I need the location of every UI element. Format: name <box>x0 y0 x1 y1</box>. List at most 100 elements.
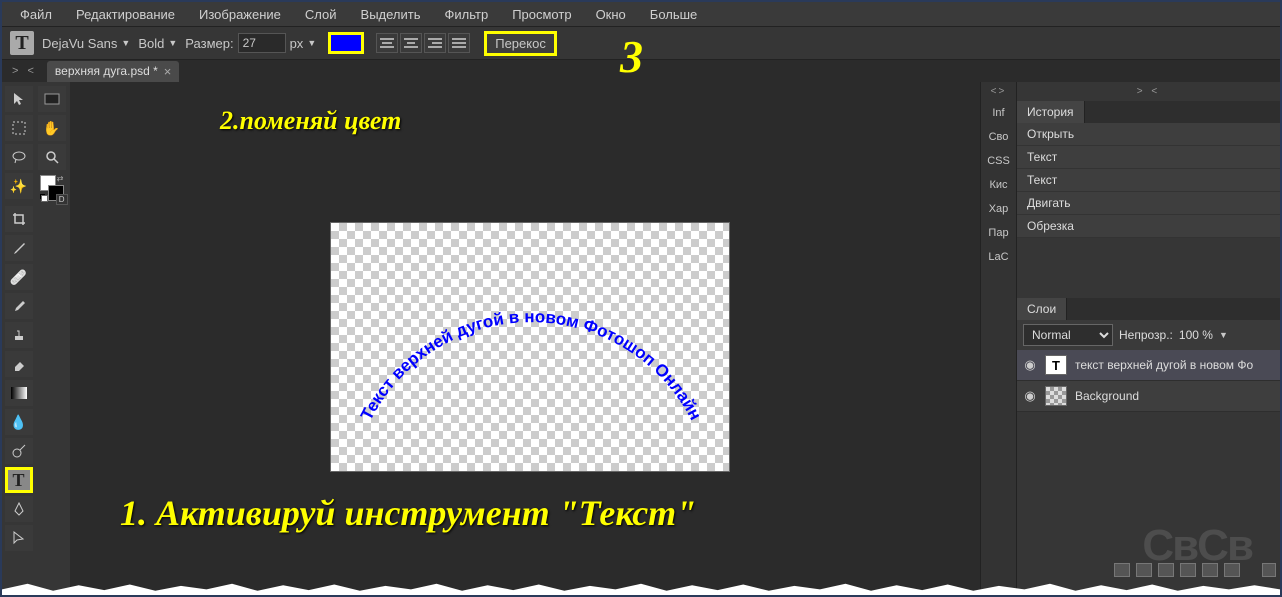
chevron-down-icon[interactable]: ▼ <box>1219 330 1228 340</box>
layer-row[interactable]: ◉ T текст верхней дугой в новом Фо <box>1017 350 1280 381</box>
chevron-down-icon[interactable]: ▼ <box>307 38 316 48</box>
history-item[interactable]: Двигать <box>1017 192 1280 215</box>
menubar: Файл Редактирование Изображение Слой Выд… <box>2 2 1280 26</box>
align-center-button[interactable] <box>400 33 422 53</box>
marquee-tool[interactable] <box>5 115 33 141</box>
layer-thumb-background-icon <box>1045 386 1067 406</box>
eyedropper-tool[interactable] <box>5 235 33 261</box>
panel-arrows[interactable]: <> <box>981 82 1016 101</box>
panels-main: > < История Открыть Текст Текст Двигать … <box>1017 82 1280 595</box>
hand-tool[interactable]: ✋ <box>38 115 66 141</box>
visibility-toggle-icon[interactable]: ◉ <box>1023 358 1037 372</box>
mini-tab-info[interactable]: Inf <box>981 101 1016 125</box>
crop-tool[interactable] <box>5 206 33 232</box>
menu-edit[interactable]: Редактирование <box>66 4 185 25</box>
arc-text[interactable]: Текст верхней дугой в новом Фотошоп Онла… <box>357 307 705 423</box>
resize-handle-icon[interactable] <box>1262 563 1276 577</box>
move-tool[interactable] <box>5 86 33 112</box>
dodge-tool[interactable] <box>5 438 33 464</box>
layer-row[interactable]: ◉ Background <box>1017 381 1280 412</box>
chevron-down-icon: ▼ <box>121 38 130 48</box>
panel-collapse-arrows[interactable]: > < <box>12 65 37 77</box>
clone-stamp-tool[interactable] <box>5 322 33 348</box>
pen-tool[interactable] <box>5 496 33 522</box>
font-size-input[interactable] <box>238 33 286 53</box>
text-color-swatch[interactable] <box>328 32 364 54</box>
font-size-label: Размер: <box>185 36 233 51</box>
brush-tool[interactable] <box>5 293 33 319</box>
tools-panel: ✋ ✨ ⇄ D 🩹 💧 <box>2 82 70 595</box>
zoom-tool[interactable] <box>38 144 66 170</box>
chevron-down-icon: ▼ <box>168 38 177 48</box>
warp-text-button[interactable]: Перекос <box>484 31 557 56</box>
d-badge: D <box>56 194 68 205</box>
statusbar-icon[interactable] <box>1158 563 1174 577</box>
document-tab[interactable]: верхняя дуга.psd * × <box>47 61 179 82</box>
statusbar-icon[interactable] <box>1136 563 1152 577</box>
opacity-value[interactable]: 100 % <box>1179 328 1213 342</box>
default-colors-icon[interactable] <box>40 194 48 202</box>
magic-wand-tool[interactable]: ✨ <box>5 173 33 199</box>
history-item[interactable]: Текст <box>1017 169 1280 192</box>
font-size-unit: px <box>290 36 304 51</box>
color-swatches[interactable]: ⇄ D <box>38 173 66 203</box>
options-toolbar: T DejaVu Sans ▼ Bold ▼ Размер: px ▼ Пере… <box>2 26 1280 60</box>
gradient-tool[interactable] <box>5 380 33 406</box>
type-tool[interactable]: T <box>5 467 33 493</box>
opacity-label: Непрозр.: <box>1119 328 1173 342</box>
menu-select[interactable]: Выделить <box>351 4 431 25</box>
tab-layers[interactable]: Слои <box>1017 298 1067 320</box>
arc-text-svg: Текст верхней дугой в новом Фотошоп Онла… <box>331 223 731 473</box>
lasso-tool[interactable] <box>5 144 33 170</box>
healing-brush-tool[interactable]: 🩹 <box>5 264 33 290</box>
history-item[interactable]: Обрезка <box>1017 215 1280 238</box>
document-canvas[interactable]: Текст верхней дугой в новом Фотошоп Онла… <box>330 222 730 472</box>
statusbar-icon[interactable] <box>1202 563 1218 577</box>
document-tab-strip: > < верхняя дуга.psd * × <box>2 60 1280 82</box>
menu-view[interactable]: Просмотр <box>502 4 581 25</box>
align-right-button[interactable] <box>424 33 446 53</box>
svg-text:Текст верхней дугой в новом Фо: Текст верхней дугой в новом Фотошоп Онла… <box>357 307 705 423</box>
canvas-area[interactable]: 2.поменяй цвет Текст верхней дугой в нов… <box>70 82 980 595</box>
layer-name[interactable]: текст верхней дугой в новом Фо <box>1075 358 1253 372</box>
history-list: Открыть Текст Текст Двигать Обрезка <box>1017 123 1280 238</box>
eraser-tool[interactable] <box>5 351 33 377</box>
mini-tab-paragraph[interactable]: Пар <box>981 221 1016 245</box>
tab-history[interactable]: История <box>1017 101 1085 123</box>
blend-mode-select[interactable]: Normal <box>1023 324 1113 346</box>
blur-tool[interactable]: 💧 <box>5 409 33 435</box>
mini-tab-character[interactable]: Хар <box>981 197 1016 221</box>
path-select-tool[interactable] <box>5 525 33 551</box>
history-item[interactable]: Текст <box>1017 146 1280 169</box>
font-weight-value: Bold <box>138 36 164 51</box>
layers-panel: Слои Normal Непрозр.: 100 % ▼ ◉ T текст … <box>1017 298 1280 412</box>
statusbar-icon[interactable] <box>1114 563 1130 577</box>
main-area: ✋ ✨ ⇄ D 🩹 💧 <box>2 82 1280 595</box>
mini-tab-css[interactable]: CSS <box>981 149 1016 173</box>
align-left-button[interactable] <box>376 33 398 53</box>
mini-tab-swatches[interactable]: Сво <box>981 125 1016 149</box>
font-weight-select[interactable]: Bold ▼ <box>138 36 177 51</box>
menu-more[interactable]: Больше <box>640 4 708 25</box>
menu-window[interactable]: Окно <box>586 4 636 25</box>
panel-arrows-top[interactable]: > < <box>1017 82 1280 101</box>
right-panels: <> Inf Сво CSS Кис Хар Пар LaC > < Истор… <box>980 82 1280 595</box>
menu-file[interactable]: Файл <box>10 4 62 25</box>
layer-name[interactable]: Background <box>1075 389 1139 403</box>
statusbar-icon[interactable] <box>1180 563 1196 577</box>
align-group <box>376 33 470 53</box>
artboard-tool[interactable] <box>38 86 66 112</box>
history-item[interactable]: Открыть <box>1017 123 1280 146</box>
mini-tab-brush[interactable]: Кис <box>981 173 1016 197</box>
close-tab-icon[interactable]: × <box>164 64 172 79</box>
mini-tab-lac[interactable]: LaC <box>981 245 1016 269</box>
menu-layer[interactable]: Слой <box>295 4 347 25</box>
swap-colors-icon[interactable]: ⇄ <box>57 174 64 183</box>
align-justify-button[interactable] <box>448 33 470 53</box>
menu-image[interactable]: Изображение <box>189 4 291 25</box>
font-family-select[interactable]: DejaVu Sans ▼ <box>42 36 130 51</box>
statusbar-icon[interactable] <box>1224 563 1240 577</box>
menu-filter[interactable]: Фильтр <box>435 4 499 25</box>
visibility-toggle-icon[interactable]: ◉ <box>1023 389 1037 403</box>
collapsed-panel-tabs: <> Inf Сво CSS Кис Хар Пар LaC <box>981 82 1017 595</box>
